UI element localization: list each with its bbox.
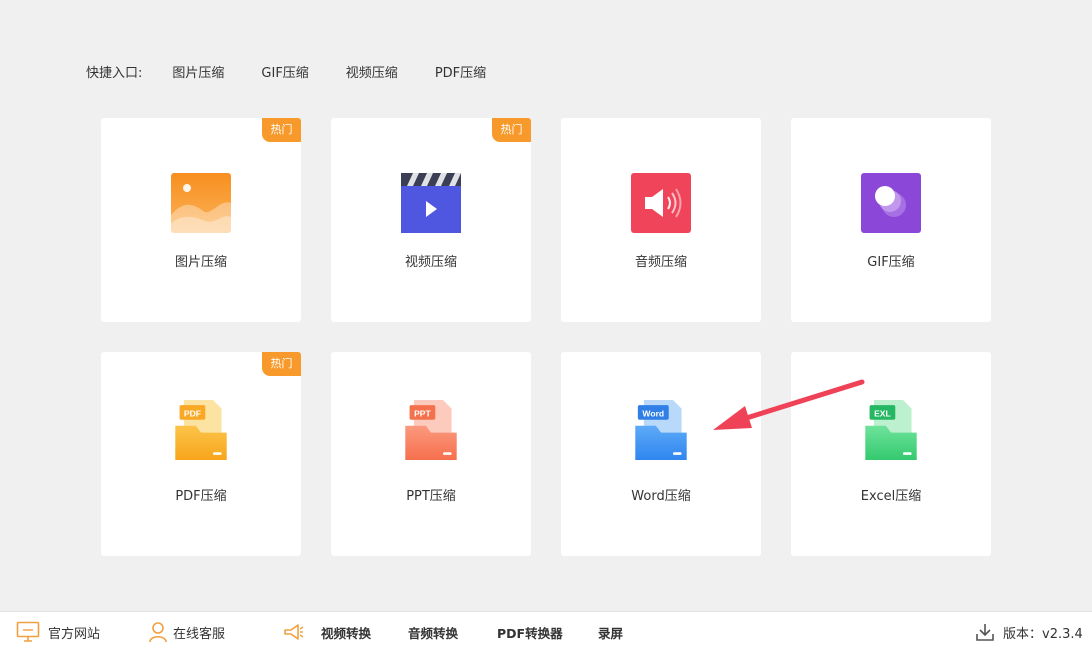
quick-link-pdf[interactable]: PDF压缩	[435, 62, 486, 81]
tile-label: 视频压缩	[404, 255, 457, 270]
tile-label: Excel压缩	[860, 489, 922, 504]
quick-entry-bar: 快捷入口: 图片压缩 GIF压缩 视频压缩 PDF压缩	[86, 58, 523, 84]
speaker-promo-icon	[284, 624, 304, 640]
tool-grid: 热门 图片压缩 热门 视频压缩 音频压缩 GIF压缩 热门 PDF PDF压缩 …	[101, 118, 991, 556]
tile-ppt-compress[interactable]: PPT PPT压缩	[331, 352, 531, 556]
word-file-icon: Word	[635, 400, 687, 460]
tile-excel-compress[interactable]: EXL Excel压缩	[791, 352, 991, 556]
quick-link-image[interactable]: 图片压缩	[172, 62, 224, 81]
quick-entry-label: 快捷入口:	[86, 65, 143, 81]
tile-word-compress[interactable]: Word Word压缩	[561, 352, 761, 556]
footer-bar: 官方网站 在线客服 视频转换 音频转换 PDF转换器 录屏 版本：v2.3.4	[0, 611, 1092, 652]
megaphone-icon	[282, 612, 304, 652]
tile-label: PPT压缩	[406, 489, 456, 504]
user-support-icon	[149, 622, 167, 643]
version-info[interactable]: 版本：v2.3.4	[975, 612, 1083, 652]
version-label: 版本：v2.3.4	[1003, 626, 1083, 642]
tile-label: 音频压缩	[634, 255, 687, 270]
tile-audio-compress[interactable]: 音频压缩	[561, 118, 761, 322]
online-support-link[interactable]: 在线客服	[148, 612, 225, 652]
footer-link-video-convert[interactable]: 视频转换	[321, 612, 371, 652]
gif-icon	[861, 173, 921, 233]
quick-link-gif[interactable]: GIF压缩	[261, 62, 308, 81]
monitor-icon	[16, 621, 40, 642]
hot-badge: 热门	[492, 118, 531, 142]
tile-label: Word压缩	[631, 489, 691, 504]
excel-icon-text: EXL	[874, 408, 891, 418]
official-site-link[interactable]: 官方网站	[16, 612, 100, 652]
audio-icon	[631, 173, 691, 233]
quick-link-video[interactable]: 视频压缩	[346, 62, 398, 81]
footer-link-screen-record[interactable]: 录屏	[598, 612, 623, 652]
tile-gif-compress[interactable]: GIF压缩	[791, 118, 991, 322]
footer-link-pdf-converter[interactable]: PDF转换器	[497, 612, 563, 652]
ppt-file-icon: PPT	[405, 400, 457, 460]
tile-video-compress[interactable]: 热门 视频压缩	[331, 118, 531, 322]
tile-pdf-compress[interactable]: 热门 PDF PDF压缩	[101, 352, 301, 556]
online-support-label: 在线客服	[173, 626, 226, 642]
tile-image-compress[interactable]: 热门 图片压缩	[101, 118, 301, 322]
hot-badge: 热门	[262, 118, 301, 142]
tile-label: GIF压缩	[867, 255, 915, 270]
hot-badge: 热门	[262, 352, 301, 376]
video-icon	[401, 173, 461, 233]
pdf-icon-text: PDF	[184, 408, 201, 418]
download-icon	[976, 624, 994, 641]
official-site-label: 官方网站	[48, 626, 101, 642]
image-icon	[171, 173, 231, 233]
tile-label: PDF压缩	[175, 489, 227, 504]
footer-link-audio-convert[interactable]: 音频转换	[408, 612, 458, 652]
excel-file-icon: EXL	[865, 400, 917, 460]
pdf-file-icon: PDF	[175, 400, 227, 460]
word-icon-text: Word	[642, 408, 664, 418]
tile-label: 图片压缩	[174, 255, 227, 270]
ppt-icon-text: PPT	[414, 408, 431, 418]
